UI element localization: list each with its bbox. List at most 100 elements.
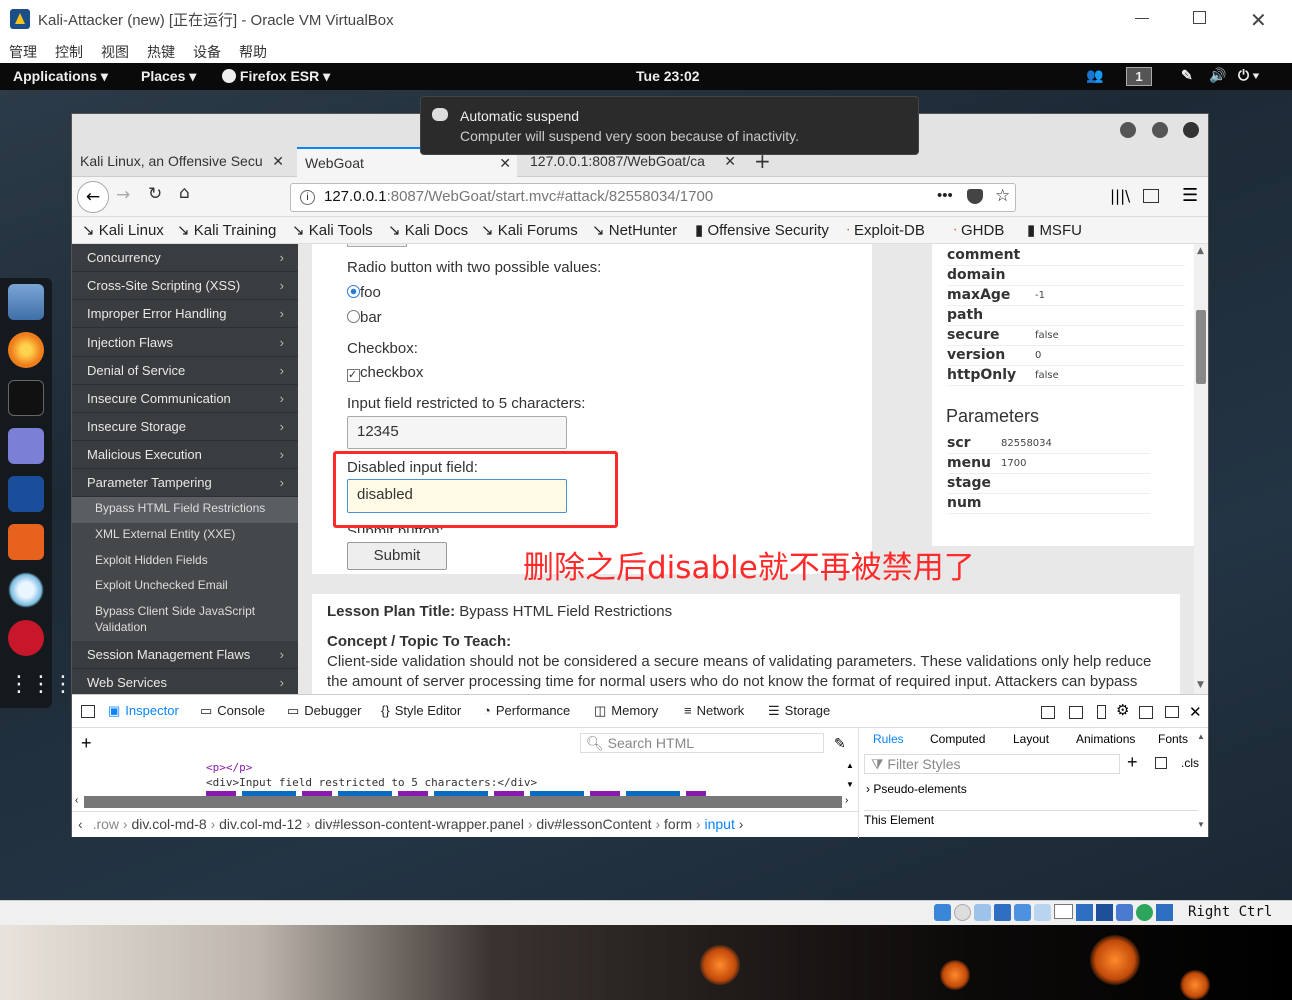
- rules-tab-rules[interactable]: Rules: [873, 732, 904, 746]
- sidebar-item-concurrency[interactable]: Concurrency ›: [72, 244, 298, 272]
- places-menu[interactable]: Places ▾: [141, 68, 196, 85]
- forward-icon[interactable]: →: [116, 185, 130, 205]
- tab-close-icon[interactable]: ✕: [499, 155, 511, 172]
- menu-hotkey[interactable]: 热键: [147, 42, 175, 62]
- menu-devices[interactable]: 设备: [193, 42, 221, 62]
- terminal-icon[interactable]: [8, 380, 44, 416]
- breadcrumb-item[interactable]: div#lesson-content-wrapper.panel: [315, 816, 524, 832]
- home-icon[interactable]: ⌂: [179, 183, 190, 203]
- scroll-left-icon[interactable]: ‹: [75, 795, 78, 806]
- tab-close-icon[interactable]: ✕: [272, 153, 284, 170]
- close-icon[interactable]: ✕: [1250, 8, 1267, 33]
- sidebar-item-injection[interactable]: Injection Flaws ›: [72, 329, 298, 357]
- previous-button-fragment[interactable]: [347, 244, 407, 247]
- breadcrumb-item-selected[interactable]: input: [704, 816, 734, 832]
- radio-foo[interactable]: foo: [347, 284, 381, 301]
- sidebar-item-xss[interactable]: Cross-Site Scripting (XSS) ›: [72, 272, 298, 300]
- back-icon[interactable]: ←: [77, 181, 109, 213]
- breadcrumb-item[interactable]: div#lessonContent: [536, 816, 651, 832]
- sidebar-toggle-icon[interactable]: [1143, 189, 1159, 203]
- suspend-notification[interactable]: Automatic suspend Computer will suspend …: [420, 96, 919, 155]
- rules-tab-computed[interactable]: Computed: [930, 732, 985, 746]
- tab-kali[interactable]: Kali Linux, an Offensive Secu ✕: [72, 147, 290, 177]
- firefox-dock-icon[interactable]: [8, 332, 44, 368]
- responsive-icon[interactable]: [1069, 706, 1083, 719]
- cherrytree-icon[interactable]: [8, 620, 44, 656]
- ff-close-icon[interactable]: [1183, 122, 1199, 138]
- menu-manage[interactable]: 管理: [9, 42, 37, 62]
- bookmark-item[interactable]: ↘ Kali Docs: [388, 221, 468, 239]
- split-console-icon[interactable]: [1139, 706, 1153, 719]
- markup-line[interactable]: <p></p>: [206, 761, 252, 774]
- sidebar-subitem-js-validation[interactable]: Bypass Client Side JavaScript Validation: [72, 599, 298, 641]
- maximize-icon[interactable]: [1193, 11, 1206, 24]
- mouse-integration-icon[interactable]: [934, 904, 951, 921]
- settings-gear-icon[interactable]: ⚙: [1116, 701, 1129, 719]
- optical-drive-icon[interactable]: [954, 904, 971, 921]
- ff-minimize-icon[interactable]: [1120, 122, 1136, 138]
- bookmark-item[interactable]: ↘ Kali Forums: [481, 221, 578, 239]
- page-scrollbar[interactable]: ▲ ▼: [1194, 244, 1208, 694]
- devtools-tab-storage[interactable]: ☰ Storage: [768, 703, 830, 719]
- pseudo-class-icon[interactable]: [1155, 757, 1167, 769]
- workspace-indicator[interactable]: 1: [1126, 67, 1152, 86]
- breadcrumb-item[interactable]: div.col-md-12: [219, 816, 302, 832]
- minimize-icon[interactable]: [1135, 18, 1149, 19]
- pseudo-elements-row[interactable]: › Pseudo-elements: [866, 782, 967, 796]
- menu-help[interactable]: 帮助: [239, 42, 267, 62]
- power-icon[interactable]: ⏻ ▾: [1238, 67, 1259, 84]
- pick-element-icon[interactable]: [81, 705, 95, 718]
- cls-toggle[interactable]: .cls: [1181, 756, 1199, 770]
- radio-bar[interactable]: bar: [347, 309, 382, 326]
- breadcrumb-item[interactable]: .row: [93, 816, 119, 832]
- devtools-tab-network[interactable]: ≡ Network: [684, 703, 744, 718]
- sidebar-item-param-tampering[interactable]: Parameter Tampering ›: [72, 469, 298, 497]
- bookmark-star-icon[interactable]: ☆: [995, 186, 1010, 206]
- bookmark-item[interactable]: ↘ Kali Tools: [292, 221, 373, 239]
- checkbox[interactable]: ✓ checkbox: [347, 364, 423, 382]
- bookmark-item[interactable]: ᐧ Exploit-DB: [846, 221, 925, 239]
- audio-icon[interactable]: [974, 904, 991, 921]
- devtools-tab-performance[interactable]: ◔ Performance: [483, 703, 570, 718]
- markup-vscroll-down-icon[interactable]: ▼: [846, 780, 854, 789]
- display-icon[interactable]: [1054, 904, 1073, 919]
- sidebar-item-session-mgmt[interactable]: Session Management Flaws ›: [72, 641, 298, 669]
- bookmark-item[interactable]: ᐧ GHDB: [953, 221, 1004, 239]
- sidebar-item-insecure-storage[interactable]: Insecure Storage ›: [72, 413, 298, 441]
- scroll-up-icon[interactable]: ▲: [1197, 246, 1204, 256]
- add-node-icon[interactable]: +: [81, 733, 92, 754]
- bookmark-item[interactable]: ↘ Kali Training: [177, 221, 276, 239]
- submit-button[interactable]: Submit: [347, 542, 447, 570]
- shared-folder-icon[interactable]: [1034, 904, 1051, 921]
- dock-side-icon[interactable]: [1041, 706, 1055, 719]
- scroll-right-icon[interactable]: ›: [845, 795, 848, 806]
- vt-icon[interactable]: [1116, 904, 1133, 921]
- sidebar-item-insecure-comm[interactable]: Insecure Communication ›: [72, 385, 298, 413]
- guest-additions-icon[interactable]: [1136, 904, 1153, 921]
- breadcrumb-item[interactable]: div.col-md-8: [131, 816, 206, 832]
- reload-icon[interactable]: ↻: [148, 184, 162, 204]
- rules-tab-animations[interactable]: Animations: [1076, 732, 1135, 746]
- network-icon[interactable]: [994, 904, 1011, 921]
- separate-window-icon[interactable]: [1165, 706, 1179, 718]
- rules-tab-layout[interactable]: Layout: [1013, 732, 1049, 746]
- add-rule-icon[interactable]: +: [1127, 752, 1138, 773]
- tab-close-icon[interactable]: ✕: [724, 153, 736, 170]
- sidebar-item-web-services[interactable]: Web Services ›: [72, 669, 298, 694]
- bookmark-item[interactable]: ↘ Kali Linux: [82, 221, 164, 239]
- filter-styles-input[interactable]: ⧩ Filter Styles: [864, 754, 1120, 774]
- sidebar-item-dos[interactable]: Denial of Service ›: [72, 357, 298, 385]
- sidebar-subitem-bypass-html[interactable]: Bypass HTML Field Restrictions: [72, 497, 298, 523]
- phone-icon[interactable]: [1097, 705, 1106, 719]
- devtools-tab-memory[interactable]: ◫ Memory: [594, 703, 658, 719]
- scroll-thumb[interactable]: [1196, 310, 1206, 384]
- sidebar-subitem-hidden-fields[interactable]: Exploit Hidden Fields: [72, 549, 298, 574]
- sidebar-subitem-xxe[interactable]: XML External Entity (XXE): [72, 523, 298, 549]
- page-actions-icon[interactable]: •••: [937, 187, 953, 204]
- keyboard-capture-icon[interactable]: [1156, 904, 1173, 921]
- info-icon[interactable]: i: [300, 190, 315, 205]
- applications-menu[interactable]: Applications ▾: [13, 68, 108, 85]
- markup-line[interactable]: <div>Input field restricted to 5 charact…: [206, 776, 537, 789]
- library-icon[interactable]: |||\: [1110, 187, 1130, 205]
- firefox-app-menu[interactable]: Firefox ESR ▾: [222, 68, 330, 85]
